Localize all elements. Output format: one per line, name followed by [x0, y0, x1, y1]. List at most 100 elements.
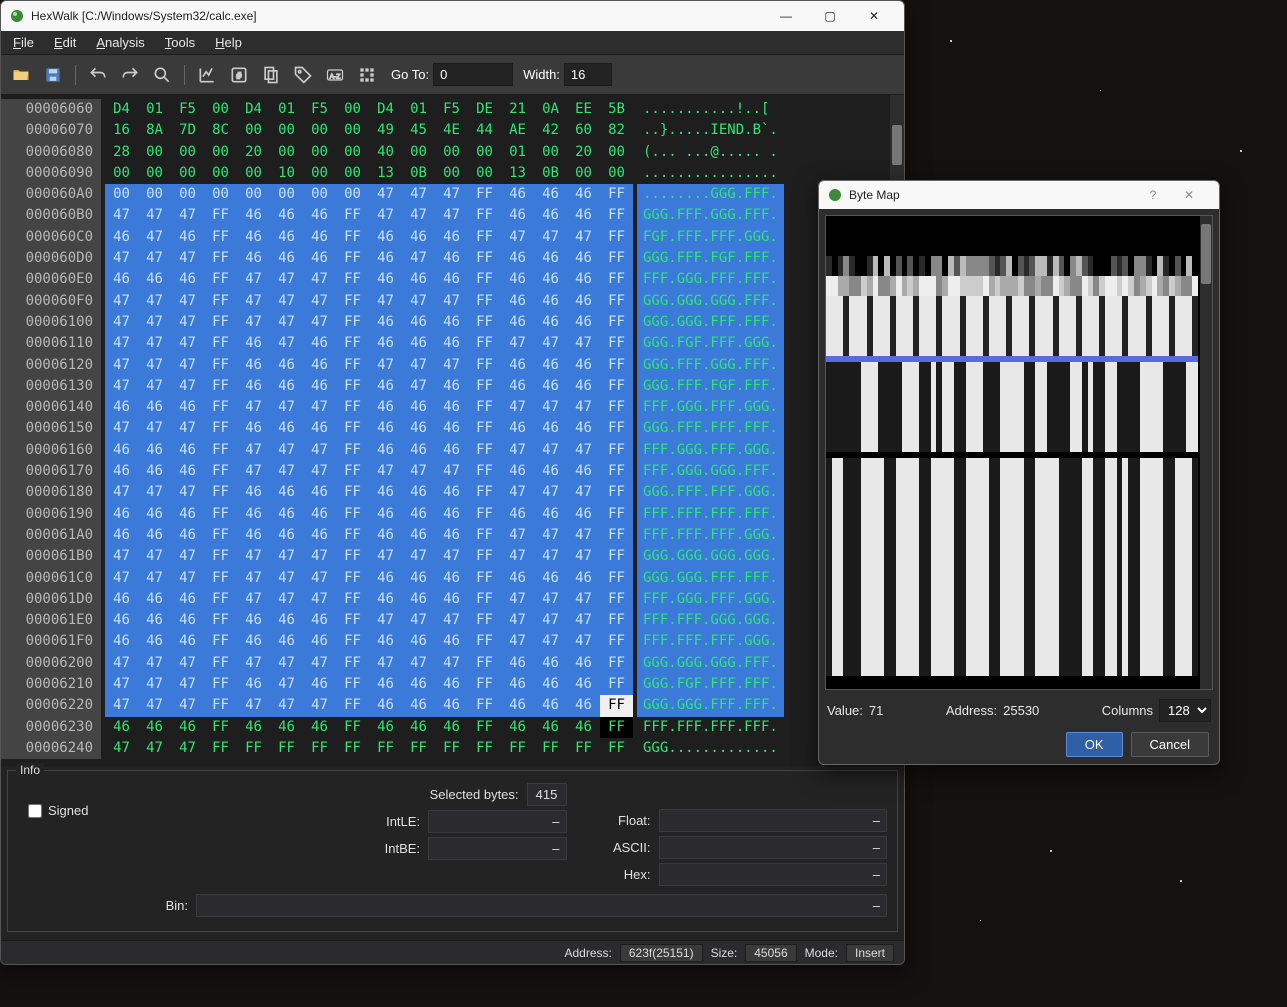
- hex-byte[interactable]: 46: [534, 461, 567, 482]
- hex-byte[interactable]: 13: [369, 163, 402, 184]
- hex-byte[interactable]: 00: [534, 142, 567, 163]
- hex-byte[interactable]: 46: [501, 205, 534, 226]
- hex-byte[interactable]: 46: [435, 482, 468, 503]
- hex-byte[interactable]: 47: [501, 631, 534, 652]
- hex-byte[interactable]: 42: [534, 120, 567, 141]
- hex-byte[interactable]: 47: [402, 184, 435, 205]
- hex-byte[interactable]: FF: [204, 695, 237, 716]
- menu-analysis[interactable]: Analysis: [90, 33, 150, 52]
- hex-byte[interactable]: FF: [204, 376, 237, 397]
- hex-byte[interactable]: 46: [369, 312, 402, 333]
- hex-byte[interactable]: 47: [270, 291, 303, 312]
- hex-byte[interactable]: FF: [336, 461, 369, 482]
- hex-byte[interactable]: 20: [237, 142, 270, 163]
- hex-byte[interactable]: 46: [501, 269, 534, 290]
- hex-byte[interactable]: 46: [501, 717, 534, 738]
- hex-byte[interactable]: 47: [105, 418, 138, 439]
- hex-byte[interactable]: 46: [534, 504, 567, 525]
- hex-byte[interactable]: 46: [435, 674, 468, 695]
- hex-byte[interactable]: FF: [204, 546, 237, 567]
- hex-byte[interactable]: 4E: [435, 120, 468, 141]
- hex-byte[interactable]: 47: [105, 738, 138, 759]
- hex-byte[interactable]: 00: [336, 99, 369, 120]
- bm-columns-select[interactable]: 128: [1159, 699, 1211, 722]
- hex-byte[interactable]: 46: [534, 269, 567, 290]
- hex-byte[interactable]: 21: [501, 99, 534, 120]
- hex-byte[interactable]: 47: [402, 291, 435, 312]
- hex-row[interactable]: 00006190464646FF464646FF464646FF464646FF…: [1, 504, 890, 525]
- hex-row[interactable]: 00006170464646FF474747FF474747FF464646FF…: [1, 461, 890, 482]
- hex-byte[interactable]: 47: [501, 546, 534, 567]
- hex-byte[interactable]: FF: [369, 738, 402, 759]
- hex-byte[interactable]: 46: [567, 695, 600, 716]
- hex-byte[interactable]: FF: [600, 674, 633, 695]
- hex-byte[interactable]: FF: [336, 504, 369, 525]
- hex-byte[interactable]: 47: [105, 568, 138, 589]
- hex-byte[interactable]: 00: [600, 142, 633, 163]
- ascii-cell[interactable]: GGG.FGF.FFF.FFF.: [637, 674, 784, 695]
- hex-byte[interactable]: FF: [204, 461, 237, 482]
- hex-byte[interactable]: 47: [171, 312, 204, 333]
- hex-byte[interactable]: 46: [567, 312, 600, 333]
- hex-byte[interactable]: 46: [501, 674, 534, 695]
- hex-byte[interactable]: FF: [600, 376, 633, 397]
- hex-byte[interactable]: 47: [369, 184, 402, 205]
- hex-byte[interactable]: 46: [270, 504, 303, 525]
- hex-byte[interactable]: 46: [435, 589, 468, 610]
- hex-byte[interactable]: 46: [534, 376, 567, 397]
- hex-byte[interactable]: 0A: [534, 99, 567, 120]
- hex-byte[interactable]: 46: [270, 355, 303, 376]
- hex-byte[interactable]: 46: [369, 568, 402, 589]
- hex-editor[interactable]: 00006060D401F500D401F500D401F5DE210AEE5B…: [1, 95, 904, 765]
- hex-byte[interactable]: 47: [501, 525, 534, 546]
- hex-byte[interactable]: 28: [105, 142, 138, 163]
- hex-byte[interactable]: 47: [369, 461, 402, 482]
- hex-byte[interactable]: FF: [336, 291, 369, 312]
- hex-byte[interactable]: 47: [171, 376, 204, 397]
- hex-byte[interactable]: 46: [435, 525, 468, 546]
- hex-byte[interactable]: 00: [600, 163, 633, 184]
- bytemap-scrollbar[interactable]: [1200, 216, 1212, 689]
- hex-byte[interactable]: 7D: [171, 120, 204, 141]
- hex-byte[interactable]: 00: [336, 120, 369, 141]
- hex-byte[interactable]: 46: [303, 248, 336, 269]
- chart-button[interactable]: [193, 61, 221, 89]
- hex-byte[interactable]: 47: [369, 205, 402, 226]
- hex-byte[interactable]: 46: [369, 717, 402, 738]
- hex-byte[interactable]: 46: [369, 525, 402, 546]
- hex-byte[interactable]: 47: [270, 312, 303, 333]
- hex-byte[interactable]: 47: [303, 546, 336, 567]
- ascii-cell[interactable]: FFF.GGG.FFF.FFF.: [637, 269, 784, 290]
- hex-byte[interactable]: 00: [336, 184, 369, 205]
- hex-byte[interactable]: 47: [105, 333, 138, 354]
- hex-byte[interactable]: 47: [534, 227, 567, 248]
- hex-byte[interactable]: FF: [600, 291, 633, 312]
- ascii-cell[interactable]: GGG.............: [637, 738, 784, 759]
- hex-byte[interactable]: 46: [402, 269, 435, 290]
- hex-byte[interactable]: FF: [600, 546, 633, 567]
- hex-byte[interactable]: 47: [171, 291, 204, 312]
- ascii-cell[interactable]: GGG.FFF.FFF.FFF.: [637, 418, 784, 439]
- bytemap-cancel-button[interactable]: Cancel: [1131, 732, 1209, 757]
- hex-byte[interactable]: 46: [303, 227, 336, 248]
- hex-byte[interactable]: F5: [435, 99, 468, 120]
- hex-byte[interactable]: FF: [468, 269, 501, 290]
- hex-byte[interactable]: FF: [204, 568, 237, 589]
- hex-byte[interactable]: FF: [468, 227, 501, 248]
- hex-byte[interactable]: 46: [369, 674, 402, 695]
- hex-byte[interactable]: 47: [435, 461, 468, 482]
- diff-button[interactable]: [257, 61, 285, 89]
- hex-row[interactable]: 000061F0464646FF464646FF464646FF474747FF…: [1, 631, 890, 652]
- menu-file[interactable]: File: [7, 33, 40, 52]
- hex-byte[interactable]: 47: [138, 695, 171, 716]
- hex-byte[interactable]: FF: [204, 525, 237, 546]
- ascii-cell[interactable]: GGG.GGG.GGG.FFF.: [637, 291, 784, 312]
- hex-byte[interactable]: 47: [534, 440, 567, 461]
- hex-byte[interactable]: FF: [600, 440, 633, 461]
- hex-byte[interactable]: 00: [105, 184, 138, 205]
- hex-byte[interactable]: 46: [402, 440, 435, 461]
- hex-byte[interactable]: EE: [567, 99, 600, 120]
- hex-byte[interactable]: FF: [336, 738, 369, 759]
- hex-byte[interactable]: 00: [237, 120, 270, 141]
- hex-byte[interactable]: 46: [567, 674, 600, 695]
